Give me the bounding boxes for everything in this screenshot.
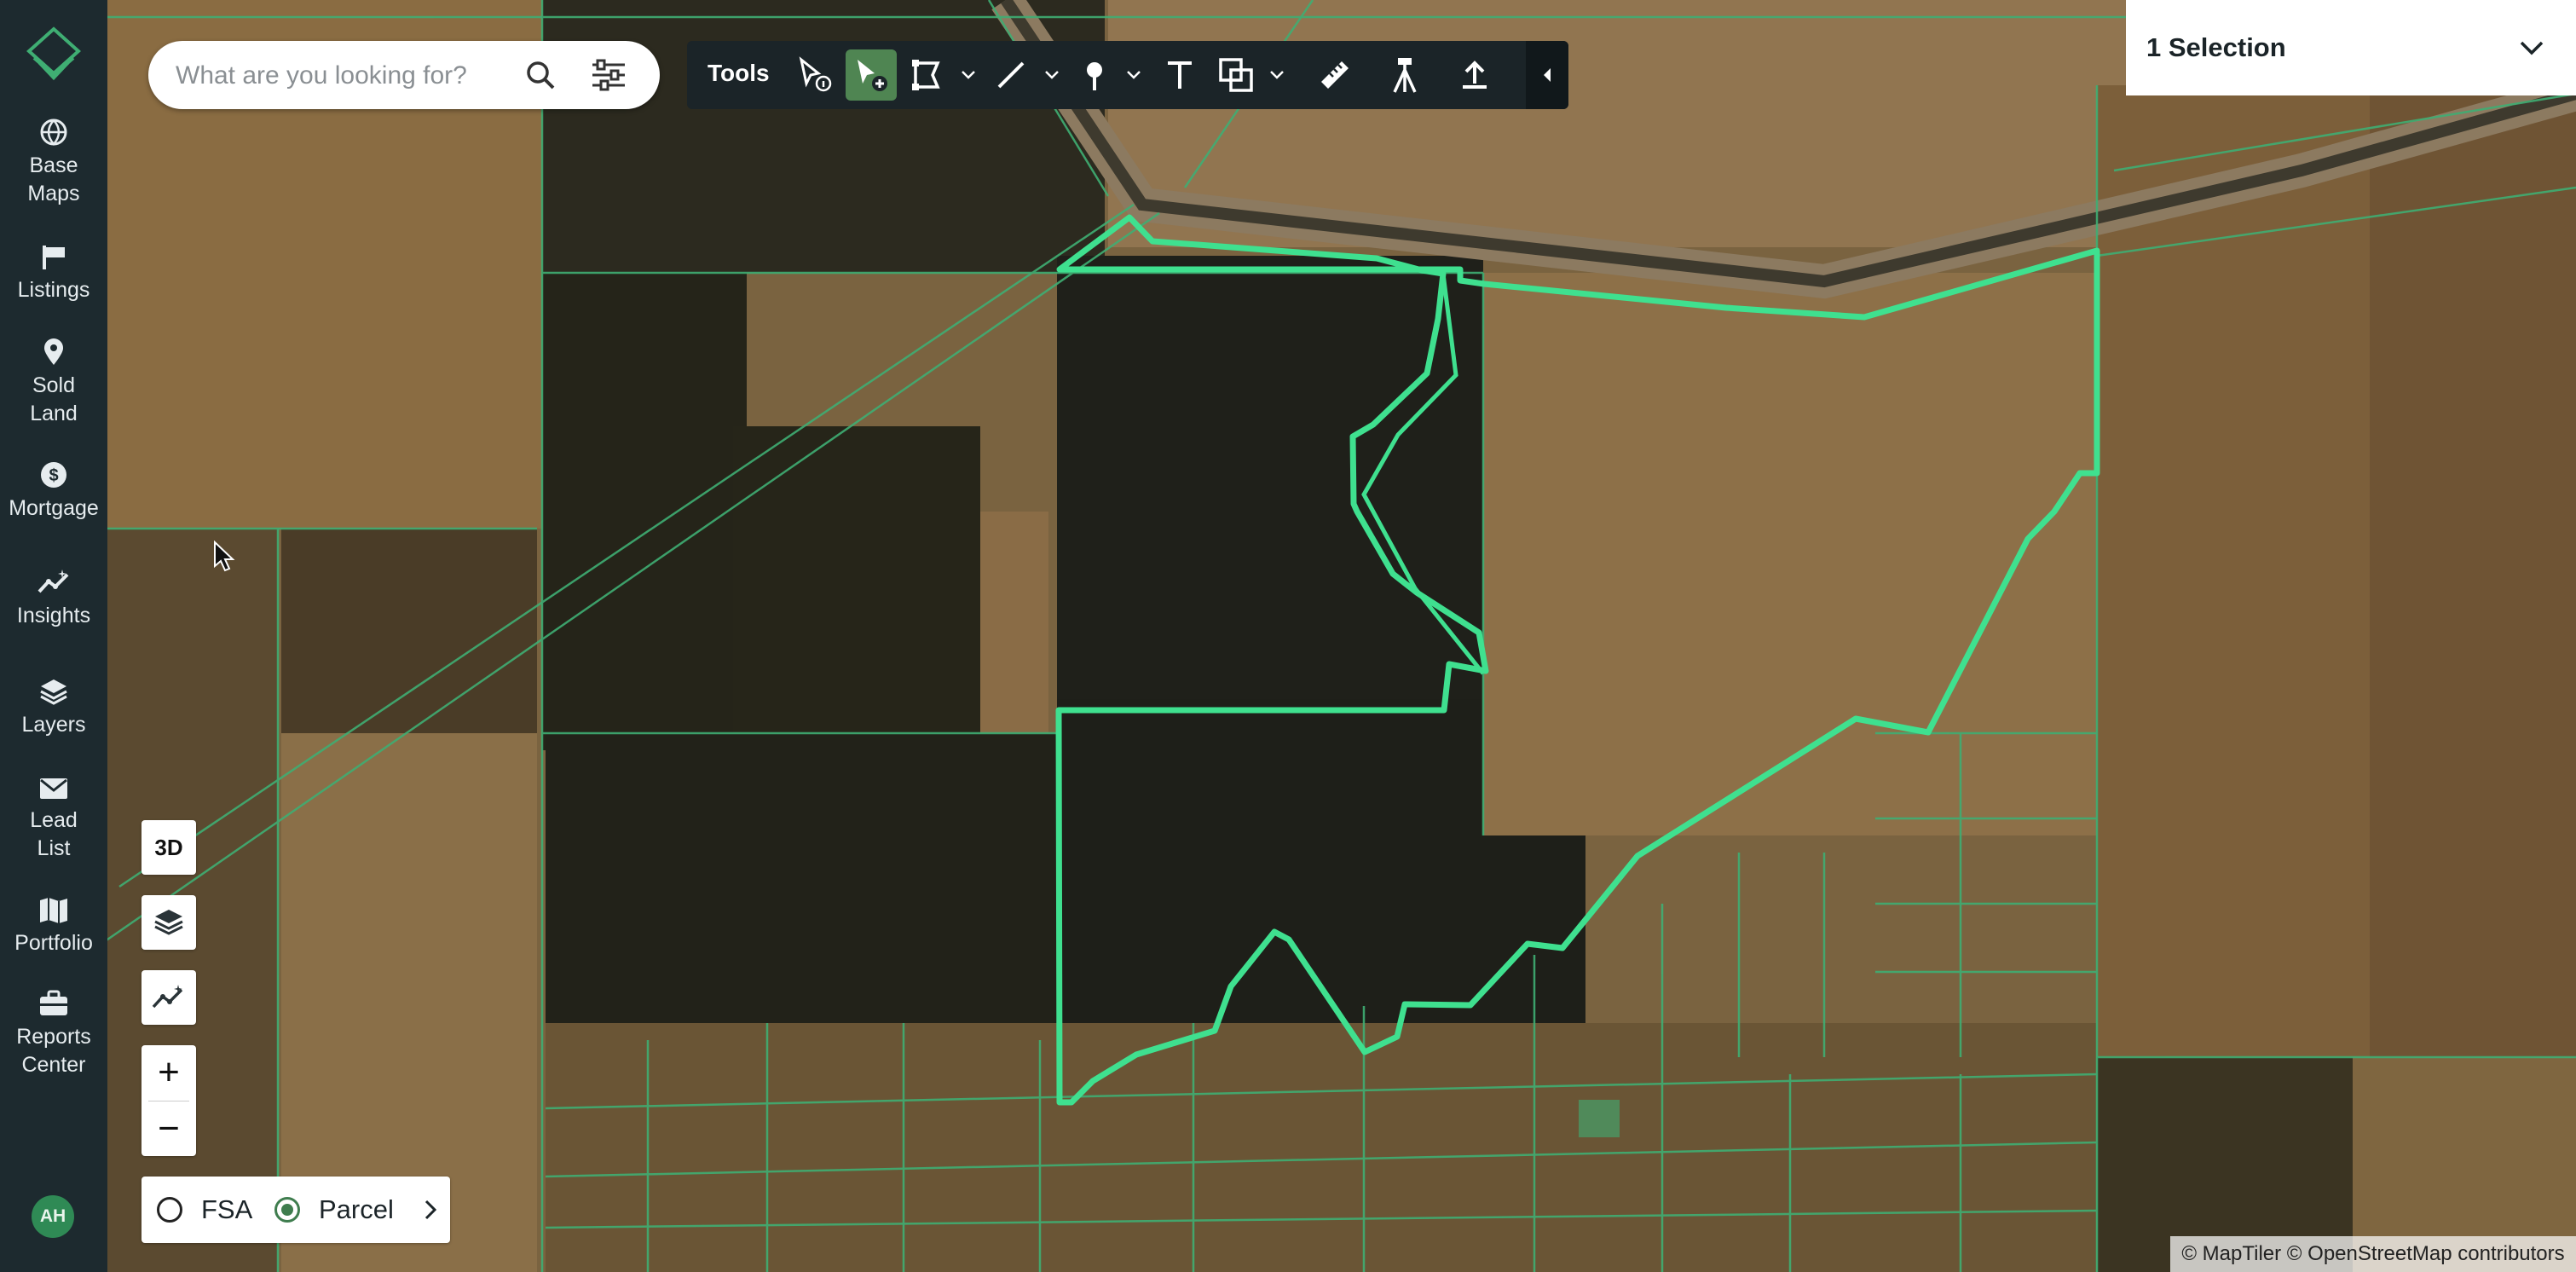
sidebar-item-base-maps[interactable]: Base Maps bbox=[0, 118, 107, 208]
globe-icon bbox=[40, 119, 67, 146]
insights-icon bbox=[152, 985, 183, 1009]
collapse-toolbar-button[interactable] bbox=[1526, 41, 1568, 109]
chevron-down-icon[interactable] bbox=[1125, 66, 1142, 84]
sidebar: Base Maps Listings Sold Land $ Mortgage … bbox=[0, 0, 107, 1272]
zoom-control: + − bbox=[142, 1045, 196, 1156]
shape-tool[interactable] bbox=[1210, 49, 1262, 101]
sidebar-item-label: Sold Land bbox=[30, 373, 78, 425]
sidebar-item-reports-center[interactable]: Reports Center bbox=[0, 989, 107, 1079]
boundary-layer-toggle: FSA Parcel bbox=[142, 1177, 450, 1243]
fsa-option[interactable]: FSA bbox=[142, 1177, 269, 1243]
dollar-icon: $ bbox=[41, 462, 66, 488]
zoom-out-button[interactable]: − bbox=[142, 1101, 196, 1156]
sidebar-item-portfolio[interactable]: Portfolio bbox=[0, 897, 107, 957]
chevron-down-icon[interactable] bbox=[960, 66, 977, 84]
polygon-icon bbox=[912, 60, 940, 90]
briefcase-icon bbox=[40, 990, 67, 1015]
selection-count: 1 Selection bbox=[2146, 32, 2286, 62]
polygon-tool[interactable] bbox=[902, 49, 953, 101]
sidebar-item-label: Layers bbox=[21, 713, 86, 737]
3d-label: 3D bbox=[154, 834, 183, 860]
ruler-icon bbox=[1321, 61, 1349, 89]
sidebar-item-label: Mortgage bbox=[9, 496, 99, 520]
measure-tool[interactable] bbox=[1309, 49, 1360, 101]
chevron-down-icon[interactable] bbox=[1268, 66, 1285, 84]
tools-toolbar: Tools bbox=[687, 41, 1568, 109]
chevron-down-icon[interactable] bbox=[1043, 66, 1060, 84]
sidebar-item-label: Base Maps bbox=[27, 153, 80, 205]
line-icon bbox=[997, 61, 1025, 89]
app-logo-icon[interactable] bbox=[26, 26, 82, 82]
chevron-down-icon bbox=[2520, 41, 2544, 55]
parcel-label: Parcel bbox=[319, 1194, 394, 1224]
upload-tool[interactable] bbox=[1449, 49, 1500, 101]
layers-icon bbox=[40, 679, 67, 705]
tripod-icon bbox=[1393, 58, 1417, 93]
parcel-option[interactable]: Parcel bbox=[269, 1177, 450, 1243]
pointer-plus-icon bbox=[858, 60, 887, 91]
pin-icon bbox=[1087, 62, 1102, 90]
mouse-cursor-icon bbox=[214, 541, 235, 572]
3d-toggle-button[interactable]: 3D bbox=[142, 820, 196, 875]
avatar[interactable]: AH bbox=[32, 1195, 74, 1238]
map-pin-icon bbox=[44, 338, 63, 365]
sidebar-item-insights[interactable]: Insights bbox=[0, 568, 107, 630]
sidebar-item-label: Lead List bbox=[30, 808, 78, 860]
text-tool[interactable] bbox=[1154, 49, 1205, 101]
marker-tool[interactable] bbox=[1069, 49, 1120, 101]
map-layers-button[interactable] bbox=[142, 895, 196, 950]
pointer-info-icon bbox=[799, 56, 832, 92]
chevron-right-icon[interactable] bbox=[423, 1199, 438, 1221]
parcel-info-tool[interactable] bbox=[789, 49, 840, 101]
sidebar-item-label: Portfolio bbox=[14, 931, 93, 955]
sidebar-item-sold-land[interactable]: Sold Land bbox=[0, 338, 107, 428]
select-add-tool[interactable] bbox=[846, 49, 897, 101]
sidebar-item-label: Listings bbox=[17, 278, 90, 302]
sidebar-item-listings[interactable]: Listings bbox=[0, 242, 107, 304]
search-input[interactable] bbox=[174, 56, 552, 95]
map-book-icon bbox=[40, 898, 67, 923]
sliders-icon bbox=[592, 59, 625, 91]
mail-icon bbox=[40, 778, 67, 799]
satellite-map[interactable] bbox=[0, 0, 2576, 1272]
survey-tool[interactable] bbox=[1379, 49, 1430, 101]
sidebar-item-layers[interactable]: Layers bbox=[0, 677, 107, 739]
sidebar-item-label: Insights bbox=[16, 604, 91, 627]
fsa-label: FSA bbox=[201, 1194, 253, 1224]
upload-icon bbox=[1463, 61, 1487, 89]
selection-dropdown[interactable]: 1 Selection bbox=[2126, 0, 2576, 95]
layers-icon bbox=[154, 910, 183, 935]
toolbar-title: Tools bbox=[708, 60, 770, 86]
filter-button[interactable] bbox=[575, 41, 643, 109]
search-bar bbox=[148, 41, 660, 109]
text-icon bbox=[1168, 61, 1192, 89]
line-tool[interactable] bbox=[985, 49, 1037, 101]
shapes-icon bbox=[1219, 58, 1253, 92]
map-attribution[interactable]: © MapTiler © OpenStreetMap contributors bbox=[2170, 1236, 2576, 1272]
search-icon[interactable] bbox=[525, 60, 556, 90]
caret-left-icon bbox=[1544, 68, 1551, 82]
sidebar-item-lead-list[interactable]: Lead List bbox=[0, 776, 107, 863]
fsa-radio[interactable] bbox=[157, 1197, 182, 1223]
flag-icon bbox=[43, 246, 65, 269]
parcel-radio[interactable] bbox=[274, 1197, 300, 1223]
sidebar-item-label: Reports Center bbox=[16, 1025, 91, 1077]
svg-text:$: $ bbox=[49, 466, 58, 485]
map-insights-button[interactable] bbox=[142, 970, 196, 1025]
sidebar-item-mortgage[interactable]: $ Mortgage bbox=[0, 460, 107, 523]
zoom-in-button[interactable]: + bbox=[142, 1045, 196, 1100]
insights-icon bbox=[38, 570, 69, 593]
